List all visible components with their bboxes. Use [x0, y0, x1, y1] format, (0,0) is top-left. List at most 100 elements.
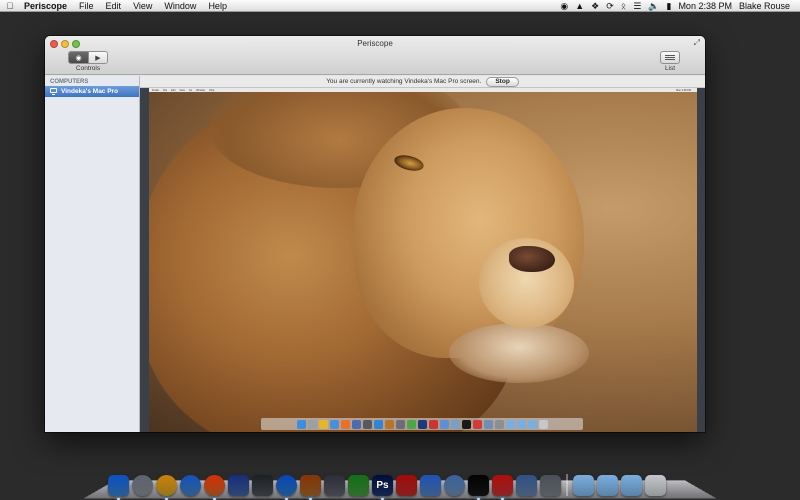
fullscreen-icon[interactable]: ⤢ [694, 38, 700, 48]
terminal-icon[interactable] [468, 475, 489, 500]
remote-clock: Mon 2:38 PM [676, 88, 691, 92]
menu-window[interactable]: Window [158, 1, 202, 11]
battery-icon[interactable]: ▮ [666, 1, 671, 11]
sync-icon[interactable]: ⟳ [606, 1, 614, 11]
numbers-icon[interactable] [348, 475, 369, 496]
photoshop-icon-label: Ps [376, 480, 389, 491]
remote-menu-view: View [179, 88, 185, 92]
remote-dock-item [428, 419, 438, 429]
periscope-icon[interactable] [492, 475, 513, 500]
sidebar-heading: COMPUTERS [50, 79, 89, 85]
window-title: Periscope [357, 39, 393, 48]
remote-dock-item [527, 419, 537, 429]
status-area: ◉ ▲ ❖ ⟳ ᛟ ☰ 🔈 ▮ Mon 2:38 PM Blake Rouse [560, 1, 800, 11]
sidebar-item-vindekas-mac-pro[interactable]: Vindeka's Mac Pro [45, 86, 139, 97]
remote-menu-file: File [163, 88, 168, 92]
menu-edit[interactable]: Edit [100, 1, 128, 11]
photoshop-icon[interactable]: Ps [372, 475, 393, 500]
remote-dock-item [439, 419, 449, 429]
remote-desktop-image[interactable]: Finder File Edit View Go Window Help Mon… [149, 88, 697, 432]
menu-help[interactable]: Help [202, 1, 233, 11]
apple-menu-icon[interactable]:  [0, 1, 20, 11]
computer-icon [50, 88, 57, 95]
remote-dock-item [340, 419, 350, 429]
vm-icon[interactable] [540, 475, 561, 496]
remote-dock-item [516, 419, 526, 429]
remote-menu-help: Help [209, 88, 215, 92]
remote-dock-item [307, 419, 317, 429]
menu-bar:  Periscope File Edit View Window Help ◉… [0, 0, 800, 12]
menu-view[interactable]: View [127, 1, 158, 11]
remote-dock-item [450, 419, 460, 429]
bluetooth-icon[interactable]: ᛟ [621, 1, 626, 11]
wifi-icon[interactable]: ☰ [633, 1, 641, 11]
remote-dock-item [395, 419, 405, 429]
controls-label: Controls [75, 65, 101, 72]
remote-dock-item [505, 419, 515, 429]
pdf-icon[interactable] [396, 475, 417, 496]
remote-dock-item [329, 419, 339, 429]
remote-dock-item [494, 419, 504, 429]
remote-menu-go: Go [188, 88, 193, 92]
periscope-status-icon[interactable]: ◉ [560, 1, 568, 11]
sidebar-item-label: Vindeka's Mac Pro [61, 88, 119, 95]
xcode-icon[interactable] [420, 475, 441, 496]
remote-dock-item [406, 419, 416, 429]
remote-menu-finder: Finder [152, 88, 160, 92]
clock[interactable]: Mon 2:38 PM [678, 1, 732, 11]
dock-separator [566, 474, 568, 496]
remote-dock-item [373, 419, 383, 429]
remote-dock-item [318, 419, 328, 429]
periscope-window: Periscope ⤢ ◉ ▶ Controls List COMPUTERS … [45, 36, 705, 432]
user-name[interactable]: Blake Rouse [739, 1, 790, 11]
keynote-icon[interactable] [300, 475, 321, 500]
network-icon[interactable] [444, 475, 465, 496]
remote-dock-item [384, 419, 394, 429]
dropbox-icon[interactable]: ❖ [591, 1, 599, 11]
list-icon [665, 55, 675, 56]
list-label: List [664, 65, 676, 72]
applications-folder-icon[interactable] [573, 475, 594, 496]
menu-file[interactable]: File [73, 1, 100, 11]
trash-icon[interactable] [645, 475, 666, 496]
remote-dock-item [296, 419, 306, 429]
remote-dock-item [351, 419, 361, 429]
downloads-folder-icon[interactable] [621, 475, 642, 496]
remote-menu-window: Window [196, 88, 206, 92]
chrome-icon[interactable] [156, 475, 177, 500]
remote-dock [261, 418, 583, 430]
launchpad-icon[interactable] [132, 475, 153, 496]
remote-dock-item [472, 419, 482, 429]
view-only-eye-icon[interactable]: ◉ [69, 52, 88, 63]
virtualbox-icon[interactable] [516, 475, 537, 496]
google-drive-icon[interactable]: ▲ [575, 1, 584, 11]
sketch-icon[interactable] [324, 475, 345, 496]
remote-menu-edit: Edit [171, 88, 176, 92]
stop-button[interactable]: Stop [486, 76, 519, 87]
app-menu[interactable]: Periscope [20, 1, 73, 11]
watching-notice-bar: You are currently watching Vindeka's Mac… [140, 76, 705, 88]
control-play-icon[interactable]: ▶ [88, 52, 107, 63]
list-button[interactable] [660, 51, 680, 64]
remote-menu-bar: Finder File Edit View Go Window Help Mon… [149, 88, 697, 92]
documents-folder-icon[interactable] [597, 475, 618, 496]
watching-notice-text: You are currently watching Vindeka's Mac… [326, 78, 482, 85]
remote-dock-item [417, 419, 427, 429]
remote-dock-item [538, 419, 548, 429]
remote-screen-viewer[interactable]: Finder File Edit View Go Window Help Mon… [140, 88, 705, 432]
remote-dock-item [362, 419, 372, 429]
itunes-icon[interactable] [276, 475, 297, 500]
wallpaper-lion-nose [509, 246, 555, 272]
camera-icon[interactable] [252, 475, 273, 496]
facetime-icon[interactable] [228, 475, 249, 496]
remote-dock-item [461, 419, 471, 429]
remote-dock-item [483, 419, 493, 429]
sidebar: COMPUTERS Vindeka's Mac Pro [45, 76, 140, 432]
safari-icon[interactable] [180, 475, 201, 496]
firefox-icon[interactable] [204, 475, 225, 500]
controls-segmented-control: ◉ ▶ [68, 51, 108, 64]
dock: Ps [108, 468, 700, 500]
finder-icon[interactable] [108, 475, 129, 500]
window-titlebar[interactable]: Periscope ⤢ ◉ ▶ Controls List [45, 36, 705, 75]
volume-icon[interactable]: 🔈 [648, 1, 659, 11]
